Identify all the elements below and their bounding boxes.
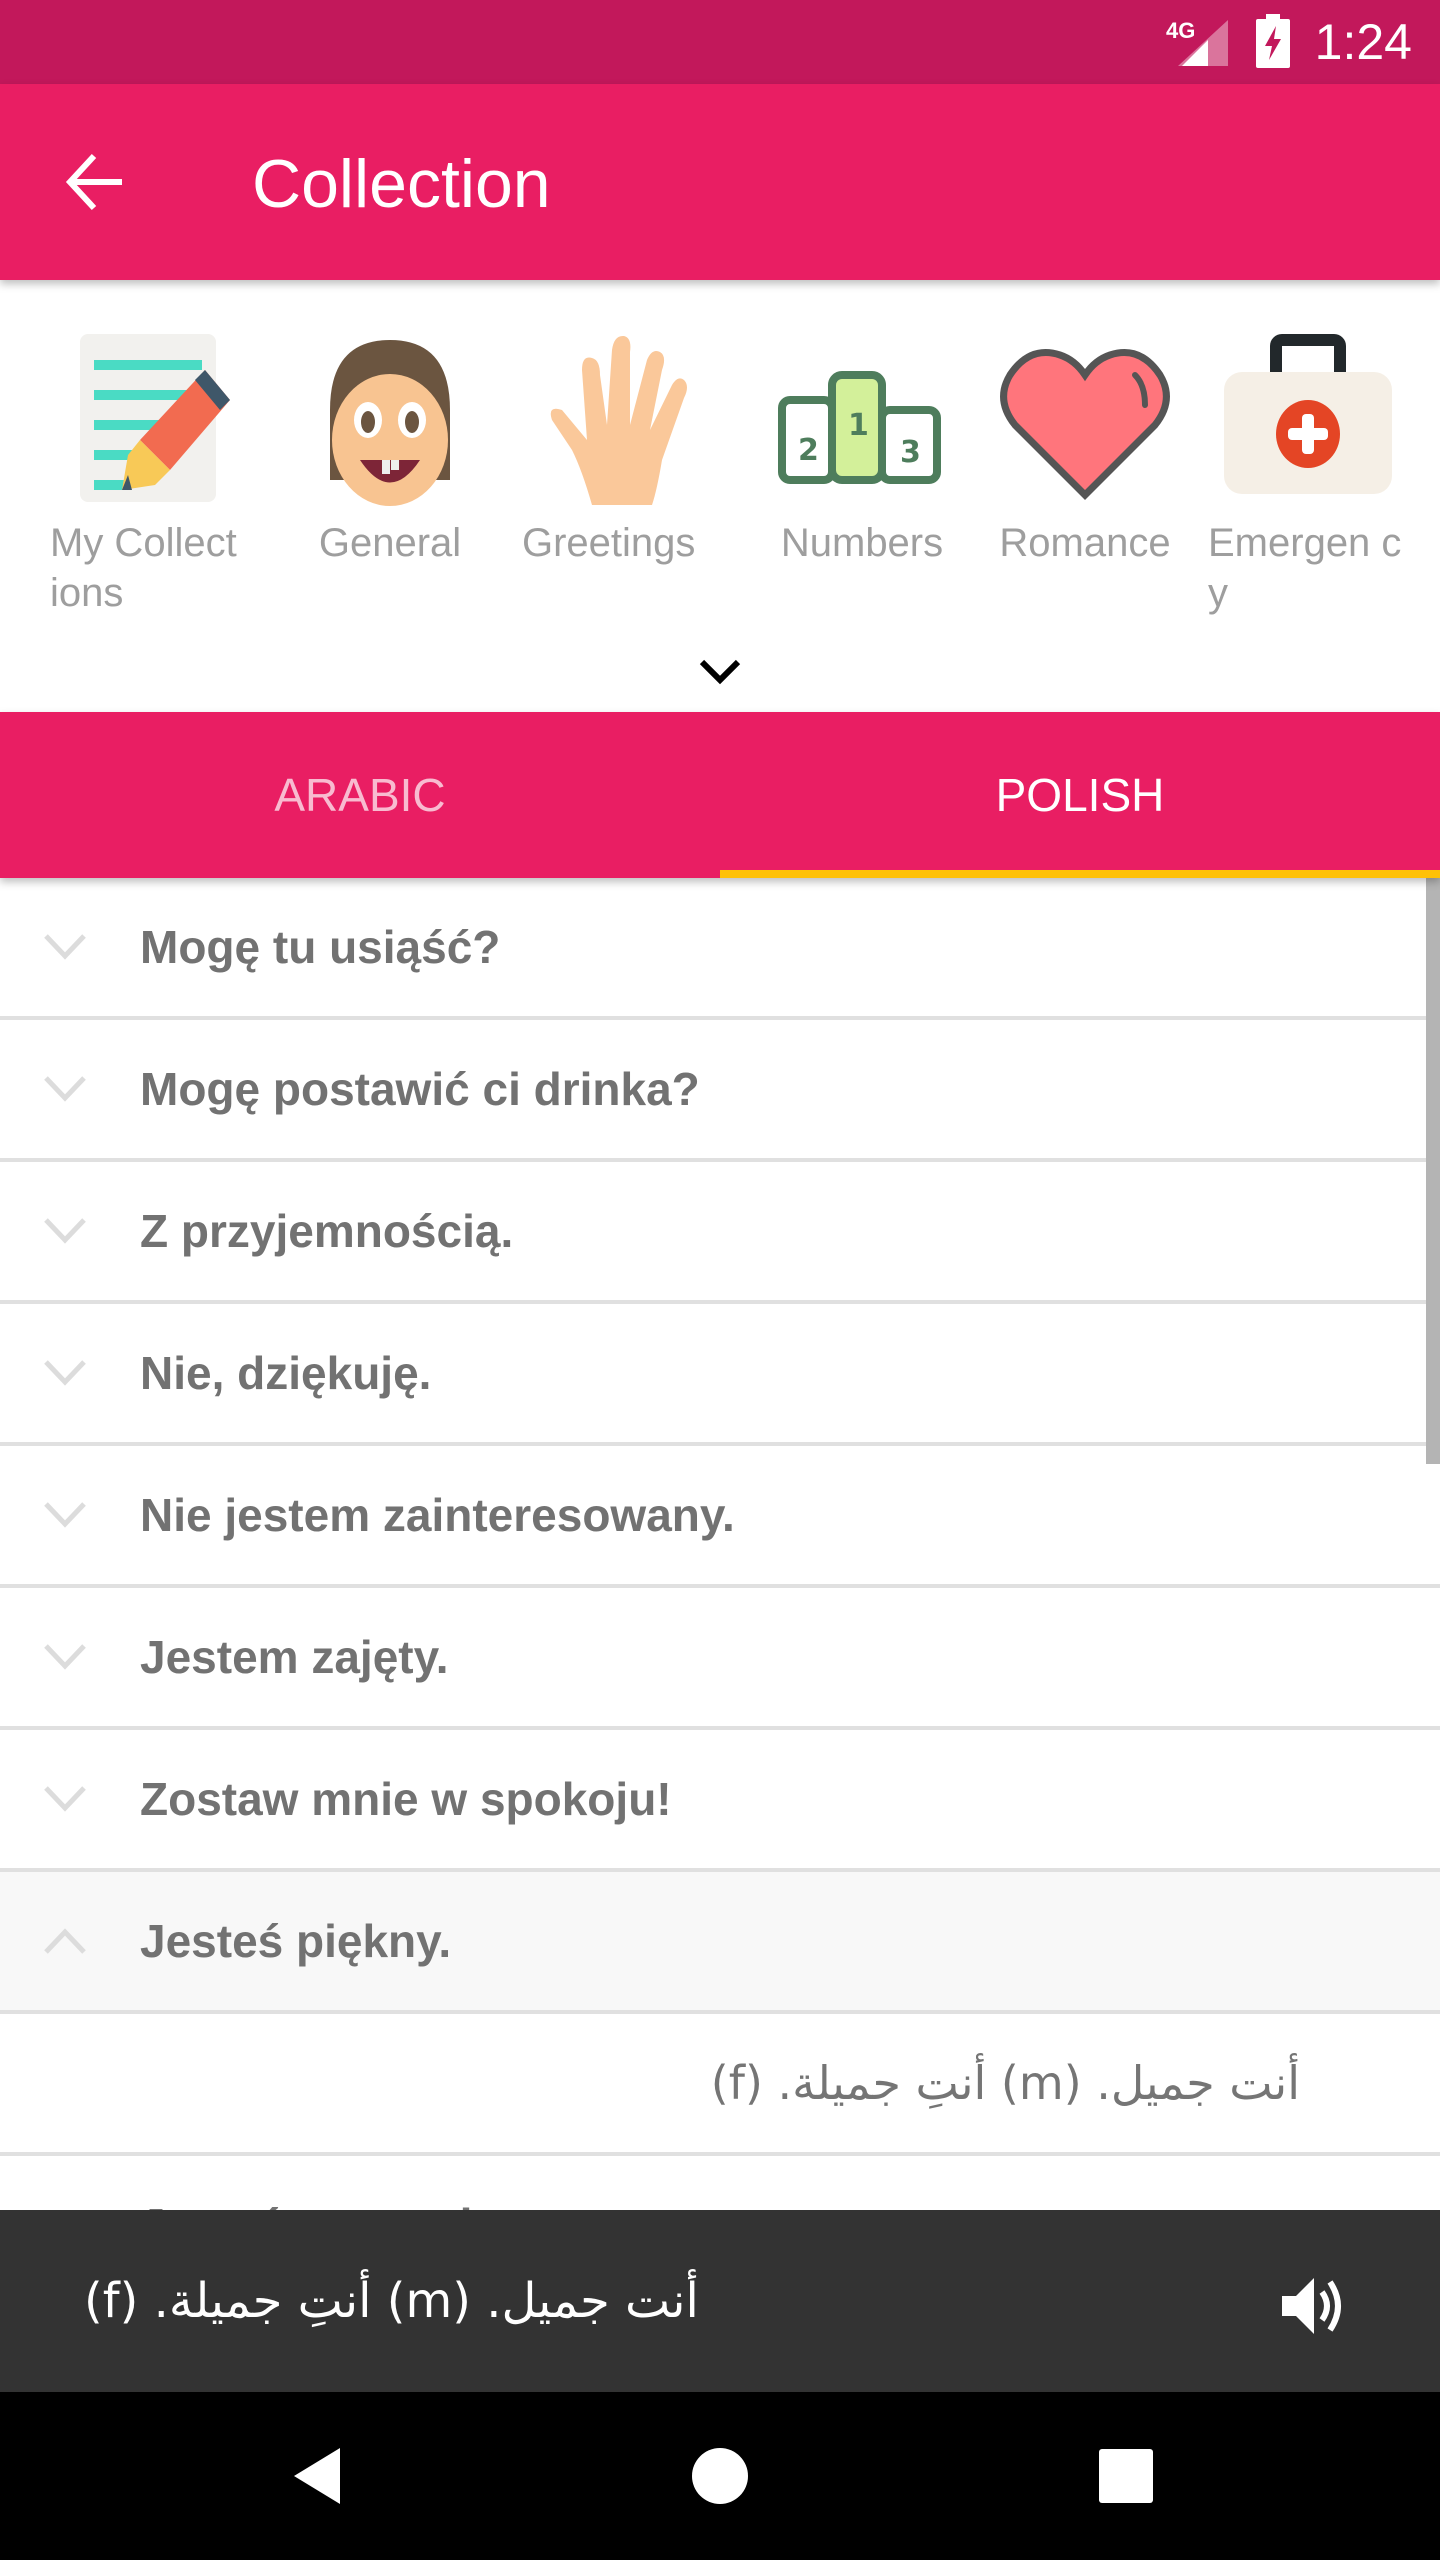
chevron-up-icon — [44, 1928, 86, 1954]
phrase-row-expanded[interactable]: Jesteś piękny. — [0, 1872, 1440, 2014]
category-label: Numbers — [780, 521, 944, 565]
phrase-row[interactable]: Mogę tu usiąść? — [0, 878, 1440, 1020]
podium-icon: 2 1 3 — [778, 371, 941, 484]
translation-text: أنت جميل. (m) أنتِ جميلة. (f) — [710, 2056, 1300, 2110]
tab-label: POLISH — [995, 769, 1165, 821]
heart-icon — [1000, 349, 1170, 500]
player-text: أنت جميل. (m) أنتِ جميلة. (f) — [84, 2273, 699, 2329]
phrase-list: Mogę tu usiąść? Mogę postawić ci drinka?… — [0, 878, 1440, 2210]
nav-back-icon[interactable] — [280, 2436, 360, 2516]
chevron-down-icon — [44, 1786, 86, 1812]
nav-home-icon[interactable] — [680, 2436, 760, 2516]
category-label: Greetings — [522, 521, 696, 565]
phrase-text: Jestem zajęty. — [140, 1631, 449, 1683]
svg-text:2: 2 — [798, 433, 819, 468]
scrollbar[interactable] — [1426, 878, 1440, 1464]
nav-recents-icon[interactable] — [1086, 2436, 1166, 2516]
category-my-collections[interactable]: My Collect ions — [50, 330, 250, 618]
translation-row: أنت جميل. (m) أنتِ جميلة. (f) — [0, 2014, 1440, 2156]
phrase-text: Jesteś przystojny. — [140, 2156, 535, 2210]
page-title: Collection — [252, 146, 551, 222]
phrase-row[interactable]: Z przyjemnością. — [0, 1162, 1440, 1304]
tab-polish[interactable]: POLISH — [720, 712, 1440, 878]
phrase-text: Nie, dziękuję. — [140, 1347, 432, 1399]
category-general[interactable]: General — [290, 330, 490, 568]
category-strip: My Collect ions General Greetings 2 1 3 — [0, 280, 1440, 710]
phrase-row[interactable]: Nie jestem zainteresowany. — [0, 1446, 1440, 1588]
phrase-text: Nie jestem zainteresowany. — [140, 1489, 735, 1541]
system-nav-bar — [0, 2392, 1440, 2560]
phrase-row[interactable]: Jestem zajęty. — [0, 1588, 1440, 1730]
chevron-down-icon — [44, 1360, 86, 1386]
battery-charging-icon — [1256, 14, 1290, 68]
category-emergency[interactable]: Emergen cy — [1208, 330, 1408, 618]
phrase-text: Jesteś piękny. — [140, 1915, 452, 1967]
phrase-row[interactable]: Zostaw mnie w spokoju! — [0, 1730, 1440, 1872]
phrase-text: Mogę tu usiąść? — [140, 921, 501, 973]
first-aid-kit-icon — [1224, 334, 1392, 494]
phrase-row[interactable]: Mogę postawić ci drinka? — [0, 1020, 1440, 1162]
tab-arabic[interactable]: ARABIC — [0, 712, 720, 878]
category-romance[interactable]: Romance — [985, 330, 1185, 568]
signal-icon — [1178, 20, 1228, 66]
girl-face-icon — [330, 340, 450, 506]
phrase-row[interactable]: Jesteś przystojny. — [0, 2156, 1440, 2210]
chevron-down-icon — [44, 1644, 86, 1670]
audio-player-bar: أنت جميل. (m) أنتِ جميلة. (f) — [0, 2210, 1440, 2392]
arrow-back-icon[interactable] — [64, 152, 128, 212]
clock: 1:24 — [1314, 14, 1412, 70]
speaker-icon[interactable] — [1278, 2270, 1350, 2342]
tab-indicator — [720, 870, 1440, 878]
status-bar: 4G 1:24 — [0, 0, 1440, 84]
phrase-text: Mogę postawić ci drinka? — [140, 1063, 700, 1115]
phrase-text: Zostaw mnie w spokoju! — [140, 1773, 672, 1825]
svg-text:1: 1 — [848, 408, 869, 443]
phrase-text: Z przyjemnością. — [140, 1205, 514, 1257]
language-tabs: ARABIC POLISH — [0, 712, 1440, 878]
category-label: Romance — [999, 521, 1171, 565]
chevron-down-icon — [44, 1076, 86, 1102]
category-numbers[interactable]: 2 1 3 Numbers — [762, 330, 962, 568]
waving-hand-icon — [550, 335, 687, 505]
category-greetings[interactable]: Greetings — [522, 330, 722, 568]
category-label: Emergen cy — [1208, 521, 1402, 615]
svg-text:3: 3 — [900, 435, 921, 470]
app-bar: Collection — [0, 84, 1440, 280]
notepad-pencil-icon — [80, 334, 230, 502]
category-label: My Collect ions — [50, 521, 237, 615]
category-label: General — [318, 521, 462, 565]
chevron-down-icon[interactable] — [690, 642, 750, 702]
phrase-row[interactable]: Nie, dziękuję. — [0, 1304, 1440, 1446]
chevron-down-icon — [44, 1218, 86, 1244]
chevron-down-icon — [44, 1502, 86, 1528]
chevron-down-icon — [44, 934, 86, 960]
